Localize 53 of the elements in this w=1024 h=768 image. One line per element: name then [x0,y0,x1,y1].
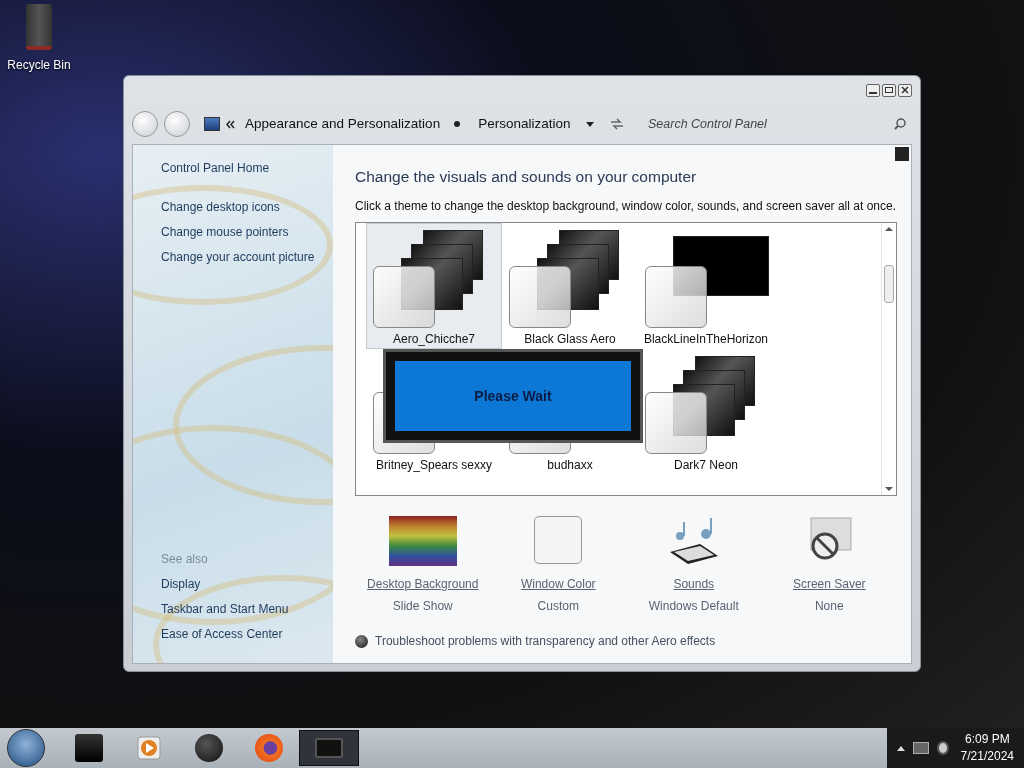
setting-link[interactable]: Window Color [520,574,596,595]
setting-link[interactable]: Desktop Background [367,574,479,595]
browser-app-icon [255,734,283,762]
tray-arrow-icon[interactable] [896,745,905,751]
sidebar-link[interactable]: Change desktop icons [161,198,333,216]
desktop-icon-label[interactable]: Recycle Bin [7,56,71,74]
sidebar-link[interactable]: Ease of Access Center [161,625,333,643]
network-icon[interactable] [912,742,929,754]
start-button[interactable] [7,729,45,767]
sidebar-link[interactable]: Change mouse pointers [161,223,333,241]
page-heading: Change the visuals and sounds on your computer [355,167,698,187]
search-icon[interactable] [894,118,906,130]
setting-value: None [814,598,844,616]
clock-date: 7/21/2024 [960,748,1014,765]
setting-link[interactable]: Sounds [673,574,715,595]
color-swatch-icon[interactable] [534,516,583,565]
control-panel-icon[interactable] [204,117,220,131]
refresh-icon[interactable] [610,118,624,130]
separator-dot-icon[interactable] [454,121,461,127]
media-app-icon [135,734,163,762]
theme-tile[interactable]: Aero_Chicche7 [366,223,502,350]
close-button[interactable] [898,83,912,97]
see-also-heading: See also [161,551,209,568]
help-icon [355,634,368,648]
dropdown-arrow-icon[interactable] [586,121,594,127]
minimize-button[interactable] [866,83,880,97]
photo-placeholder[interactable] [388,516,457,567]
folder-app-icon [75,734,103,762]
theme-tile[interactable]: Dark7 Neon [638,349,774,476]
breadcrumb-link[interactable]: Personalization [478,113,571,135]
setting-link[interactable]: Screen Saver [792,574,866,595]
chevron-icon[interactable] [226,119,235,129]
setting-value: Slide Show [392,598,453,616]
sidebar-link[interactable]: Display [161,575,333,593]
clock-time: 6:09 PM [964,731,1010,748]
corner-icon [895,147,909,161]
globe-app-icon [195,734,223,762]
sidebar-link[interactable]: Change your account picture [161,248,333,266]
help-link[interactable]: Troubleshoot problems with transparency and other Aero effects [375,632,716,651]
window-app-icon [315,738,343,758]
page-description: Click a theme to change the desktop background, window color, sounds, and screen saver all at once. [355,198,897,216]
setting-value: Custom [537,598,579,616]
sidebar-link[interactable]: Taskbar and Start Menu [161,600,333,618]
sidebar-link[interactable]: Control Panel Home [161,159,333,177]
breadcrumb-link[interactable]: Appearance and Personalization [245,113,441,135]
search-field[interactable]: Search Control Panel [644,112,888,136]
scrollbar[interactable] [881,223,896,496]
please-wait-dialog: Please Wait [386,352,640,441]
theme-tile[interactable]: BlackLineInTheHorizon [638,223,774,350]
speaker-icon[interactable] [936,741,949,755]
theme-tile[interactable]: Black Glass Aero [502,223,638,350]
maximize-button[interactable] [882,83,896,97]
setting-value: Windows Default [648,598,739,616]
